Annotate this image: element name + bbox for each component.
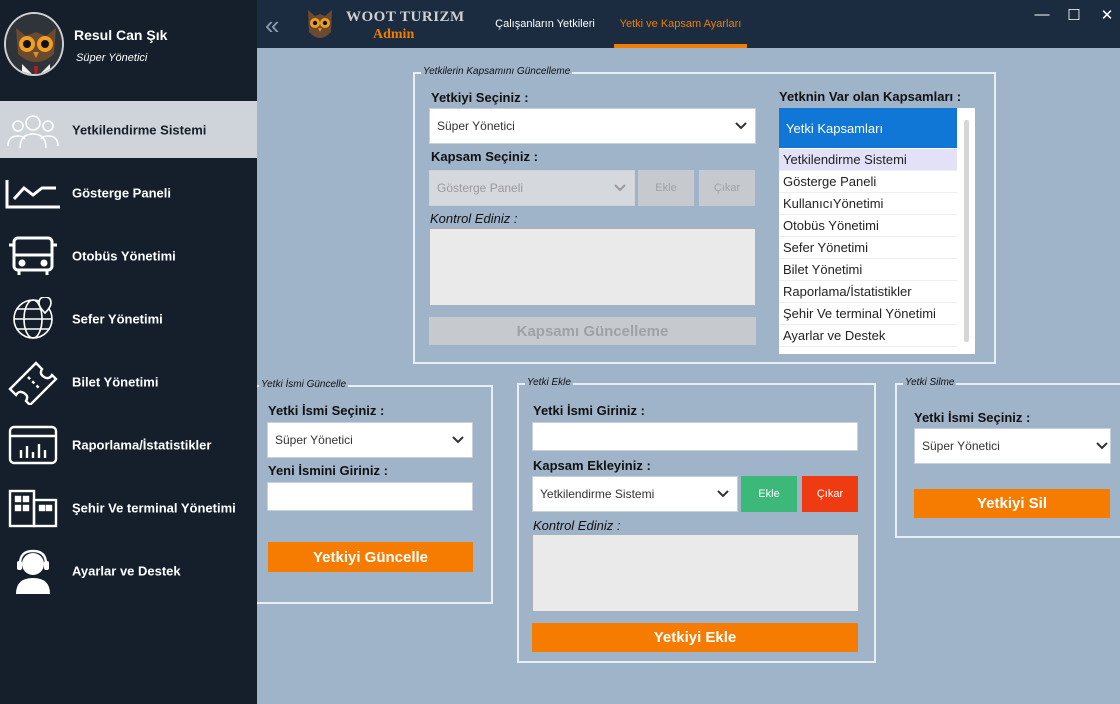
add-scope-value: Yetkilendirme Sistemi [540,487,655,501]
group-title: Yetki İsmi Güncelle [259,379,349,390]
group-title: Yetki Ekle [525,377,573,388]
sidebar-item-label: Bilet Yönetimi [72,374,159,389]
minimize-icon[interactable]: — [1032,6,1052,23]
profile-panel: Resul Can Şık Süper Yönetici [0,0,257,100]
chart-icon [4,170,62,216]
list-item[interactable]: KullanıcıYönetimi [779,193,957,215]
group-title: Yetki Silme [903,377,957,388]
select-role-label: Yetkiyi Seçiniz : [431,90,529,105]
sidebar-item-label: Sefer Yönetimi [72,311,163,326]
brand-name: WOOT TURIZM [346,9,465,25]
users-icon [4,107,62,153]
new-name-label: Yeni İsmini Giriniz : [268,463,388,478]
rename-select-value: Süper Yönetici [275,433,353,447]
list-item[interactable]: Yetkilendirme Sistemi [779,149,957,171]
list-item[interactable]: Gösterge Paneli [779,171,957,193]
scope-add-button[interactable]: Ekle [638,170,694,206]
list-item[interactable]: Raporlama/İstatistikler [779,281,957,303]
add-check-textarea[interactable] [532,534,859,612]
sidebar-item-label: Şehir Ve terminal Yönetimi [72,500,236,515]
check-label: Kontrol Ediniz : [430,211,518,226]
sidebar-item-raporlama[interactable]: Raporlama/İstatistikler [0,416,257,473]
sidebar-item-otobus[interactable]: Otobüs Yönetimi [0,227,257,284]
delete-role-select[interactable]: Süper Yönetici [914,428,1111,464]
add-scope-label: Kapsam Ekleyiniz : [533,458,651,473]
delete-select-label: Yetki İsmi Seçiniz : [914,410,1031,425]
sidebar-item-label: Yetkilendirme Sistemi [72,122,207,137]
sidebar-item-gosterge[interactable]: Gösterge Paneli [0,164,257,221]
chevron-down-icon [452,433,464,447]
add-check-label: Kontrol Ediniz : [533,518,621,533]
active-tab-indicator [614,44,747,48]
role-select[interactable]: Süper Yönetici [429,108,756,144]
brand-subtitle: Admin [373,27,415,42]
update-role-button[interactable]: Yetkiyi Güncelle [268,542,473,572]
existing-scopes-list[interactable]: Yetki Kapsamları Yetkilendirme Sistemi G… [779,108,975,354]
chevron-down-icon [717,487,729,501]
scope-check-textarea[interactable] [429,228,756,306]
rename-role-select[interactable]: Süper Yönetici [267,422,473,458]
sidebar-item-label: Otobüs Yönetimi [72,248,176,263]
sidebar: Resul Can Şık Süper Yönetici Yetkilendir… [0,0,257,704]
list-header: Yetki Kapsamları [779,108,957,148]
add-scope-select[interactable]: Yetkilendirme Sistemi [532,476,738,512]
ticket-icon [4,359,62,405]
tab-employee-permissions[interactable]: Çalışanların Yetkileri [485,0,605,48]
user-role: Süper Yönetici [76,52,148,64]
double-chevron-left-icon[interactable]: « [265,12,279,38]
scope-select[interactable]: Gösterge Paneli [429,170,635,206]
scope-select-value: Gösterge Paneli [437,181,524,195]
list-scrollbar[interactable] [964,120,969,342]
update-scope-button[interactable]: Kapsamı Güncelleme [429,317,756,345]
sidebar-item-sehir[interactable]: Şehir Ve terminal Yönetimi [0,479,257,536]
role-name-input[interactable] [532,422,858,451]
list-item[interactable]: Otobüs Yönetimi [779,215,957,237]
delete-role-button[interactable]: Yetkiyi Sil [914,489,1110,518]
sidebar-item-ayarlar[interactable]: Ayarlar ve Destek [0,542,257,599]
maximize-icon[interactable]: ☐ [1064,6,1084,24]
chevron-down-icon [735,119,747,133]
role-select-value: Süper Yönetici [437,119,515,133]
chevron-down-icon [614,181,626,195]
sidebar-item-label: Raporlama/İstatistikler [72,437,212,452]
role-name-label: Yetki İsmi Giriniz : [533,403,645,418]
scope-remove-button[interactable]: Çıkar [699,170,755,206]
bus-icon [4,233,62,279]
list-item[interactable]: Sefer Yönetimi [779,237,957,259]
building-icon [4,485,62,531]
owl-logo-icon [305,6,335,44]
chevron-down-icon [1096,439,1108,453]
owl-avatar-icon [4,12,64,76]
existing-scopes-label: Yetknin Var olan Kapsamları : [779,89,962,104]
report-icon [4,422,62,468]
remove-scope-button[interactable]: Çıkar [802,476,858,512]
new-name-input[interactable] [267,482,473,511]
headset-icon [4,548,62,594]
list-item[interactable]: Bilet Yönetimi [779,259,957,281]
delete-select-value: Süper Yönetici [922,439,1000,453]
sidebar-item-label: Gösterge Paneli [72,185,171,200]
sidebar-item-sefer[interactable]: Sefer Yönetimi [0,290,257,347]
top-bar: « WOOT TURIZM Admin Çalışanların Yetkile… [257,0,1120,48]
tab-permission-scope-settings[interactable]: Yetki ve Kapsam Ayarları [614,0,747,48]
rename-select-label: Yetki İsmi Seçiniz : [268,403,385,418]
sidebar-item-label: Ayarlar ve Destek [72,563,181,578]
add-role-button[interactable]: Yetkiyi Ekle [532,623,858,652]
add-scope-button[interactable]: Ekle [741,476,797,512]
list-item[interactable]: Ayarlar ve Destek [779,325,957,347]
sidebar-item-yetkilendirme[interactable]: Yetkilendirme Sistemi [0,101,257,158]
select-scope-label: Kapsam Seçiniz : [431,149,538,164]
user-name: Resul Can Şık [74,27,168,43]
sidebar-item-bilet[interactable]: Bilet Yönetimi [0,353,257,410]
list-item[interactable]: Şehir Ve terminal Yönetimi [779,303,957,325]
globe-pin-icon [4,296,62,342]
close-icon[interactable]: ✕ [1097,6,1117,24]
group-title: Yetkilerin Kapsamını Güncelleme [421,66,573,77]
